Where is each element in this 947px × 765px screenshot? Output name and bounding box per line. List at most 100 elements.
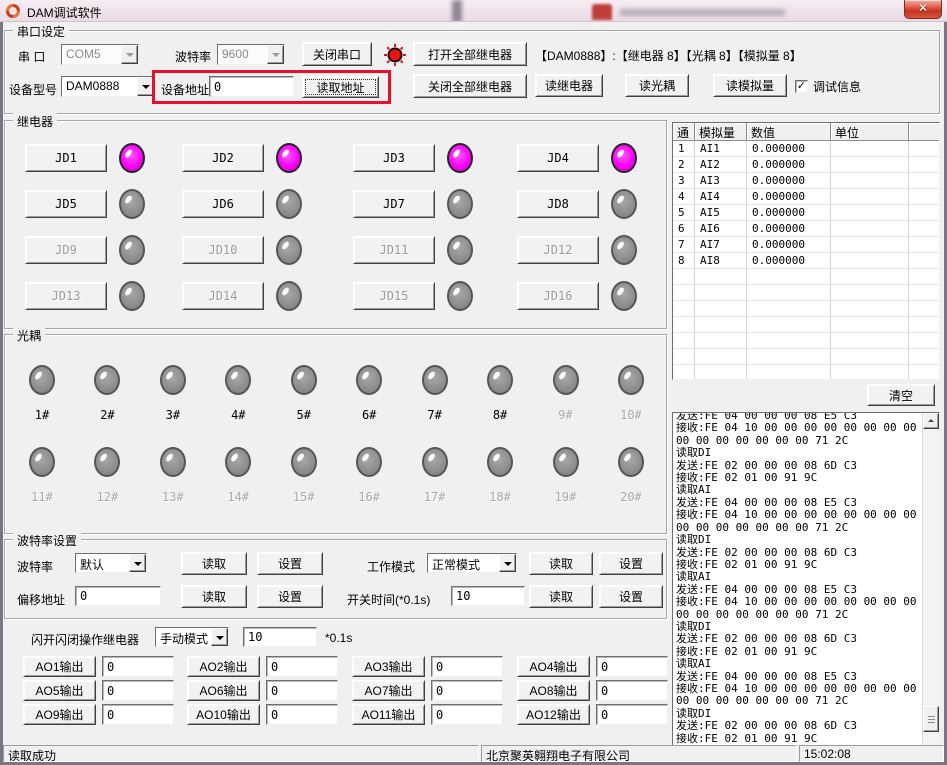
ao-cell: AO12输出 xyxy=(517,704,671,728)
close-port-button[interactable]: 关闭串口 xyxy=(302,42,372,66)
port-open-indicator-icon xyxy=(383,43,407,67)
opto-led-10# xyxy=(618,365,644,395)
ao-button-ao7[interactable]: AO7输出 xyxy=(352,680,425,701)
table-header-cell[interactable]: 数值 xyxy=(747,123,831,141)
table-header-cell[interactable]: 单位 xyxy=(831,123,909,141)
relay-cell: JD7 xyxy=(353,181,517,227)
baud-set-button[interactable]: 设置 xyxy=(257,552,323,575)
opto-led-6# xyxy=(356,365,382,395)
table-cell xyxy=(831,173,909,189)
table-row[interactable]: 4AI40.000000 xyxy=(673,189,939,205)
opto-label: 12# xyxy=(97,490,119,504)
baud-setting-combobox[interactable]: 默认 xyxy=(75,553,147,573)
switch-time-input[interactable] xyxy=(451,586,525,606)
table-row[interactable]: 2AI20.000000 xyxy=(673,157,939,173)
flash-relay-label: 闪开闪闭操作继电器 xyxy=(31,631,139,648)
ao-input[interactable] xyxy=(596,704,668,725)
relay-button-jd7[interactable]: JD7 xyxy=(353,190,435,218)
table-row[interactable]: 1AI10.000000 xyxy=(673,141,939,157)
relay-group: 继电器 JD1JD2JD3JD4JD5JD6JD7JD8JD9JD10JD11J… xyxy=(4,120,667,329)
relay-button-jd5[interactable]: JD5 xyxy=(25,190,107,218)
ao-button-ao9[interactable]: AO9输出 xyxy=(23,704,96,725)
ao-input[interactable] xyxy=(596,680,668,701)
ao-button-ao1[interactable]: AO1输出 xyxy=(23,656,96,677)
flash-mode-combobox[interactable]: 手动模式 xyxy=(155,627,229,647)
table-row[interactable]: 7AI70.000000 xyxy=(673,237,939,253)
ao-button-ao4[interactable]: AO4输出 xyxy=(517,656,590,677)
chevron-down-icon xyxy=(121,45,138,64)
table-cell xyxy=(831,221,909,237)
ao-button-ao5[interactable]: AO5输出 xyxy=(23,680,96,701)
model-combobox[interactable]: DAM0888 xyxy=(61,76,155,97)
relay-button-jd6[interactable]: JD6 xyxy=(182,190,264,218)
read-opto-button[interactable]: 读光耦 xyxy=(625,74,689,97)
offset-set-button[interactable]: 设置 xyxy=(257,585,323,608)
table-cell: AI4 xyxy=(695,189,747,205)
work-mode-set-button[interactable]: 设置 xyxy=(599,552,663,575)
ao-input[interactable] xyxy=(431,656,503,677)
table-row[interactable]: 5AI50.000000 xyxy=(673,205,939,221)
ao-button-ao6[interactable]: AO6输出 xyxy=(187,680,260,701)
debug-info-checkbox[interactable]: ✓ 调试信息 xyxy=(795,78,861,95)
table-cell xyxy=(909,301,939,317)
ao-input[interactable] xyxy=(431,704,503,725)
switch-time-set-button[interactable]: 设置 xyxy=(599,585,663,608)
opto-unit: 19# xyxy=(551,447,581,504)
main-area: 串口设定 串 口 COM5 波特率 9600 关闭串口 xyxy=(3,22,944,745)
opto-row-2: 11#12#13#14#15#16#17#18#19#20# xyxy=(5,447,666,504)
ao-button-ao12[interactable]: AO12输出 xyxy=(517,704,590,725)
table-header-cell[interactable]: 模拟量 xyxy=(695,123,747,141)
read-analog-button[interactable]: 读模拟量 xyxy=(713,74,787,97)
offset-read-button[interactable]: 读取 xyxy=(181,585,247,608)
ao-input[interactable] xyxy=(102,656,174,677)
table-row xyxy=(673,317,939,333)
relay-button-jd2[interactable]: JD2 xyxy=(182,144,264,172)
clear-log-button[interactable]: 清空 xyxy=(867,384,935,406)
table-cell xyxy=(673,333,695,349)
ao-button-ao11[interactable]: AO11输出 xyxy=(352,704,425,725)
opto-led-1# xyxy=(29,365,55,395)
switch-time-read-button[interactable]: 读取 xyxy=(529,585,593,608)
relay-button-jd1[interactable]: JD1 xyxy=(25,144,107,172)
table-cell: 0.000000 xyxy=(747,221,831,237)
ao-input[interactable] xyxy=(102,680,174,701)
read-address-button[interactable]: 读取地址 xyxy=(302,76,379,98)
read-relay-button[interactable]: 读继电器 xyxy=(535,74,603,97)
device-address-input[interactable] xyxy=(209,76,294,97)
relay-button-jd4[interactable]: JD4 xyxy=(517,144,599,172)
ao-input[interactable] xyxy=(266,680,338,701)
table-row[interactable]: 6AI60.000000 xyxy=(673,221,939,237)
table-header-cell[interactable] xyxy=(909,123,939,141)
debug-log-panel[interactable]: 发送:FE 04 00 00 00 08 E5 C3 接收:FE 04 10 0… xyxy=(672,412,940,747)
ao-input[interactable] xyxy=(102,704,174,725)
open-all-relays-button[interactable]: 打开全部继电器 xyxy=(413,42,527,66)
scroll-up-icon[interactable] xyxy=(923,413,939,429)
opto-label: 16# xyxy=(358,490,380,504)
log-scrollbar[interactable] xyxy=(922,413,939,746)
table-row[interactable]: 8AI80.000000 xyxy=(673,253,939,269)
ao-input[interactable] xyxy=(266,704,338,725)
scrollbar-thumb[interactable] xyxy=(923,706,939,732)
relay-button-jd8[interactable]: JD8 xyxy=(517,190,599,218)
ao-input[interactable] xyxy=(431,680,503,701)
offset-address-input[interactable] xyxy=(75,586,161,606)
ao-input[interactable] xyxy=(596,656,668,677)
table-header-cell[interactable]: 通 xyxy=(673,123,695,141)
ao-button-ao3[interactable]: AO3输出 xyxy=(352,656,425,677)
relay-led-jd5 xyxy=(119,189,145,219)
work-mode-combobox[interactable]: 正常模式 xyxy=(427,553,517,573)
ao-button-ao10[interactable]: AO10输出 xyxy=(187,704,260,725)
opto-led-7# xyxy=(422,365,448,395)
ao-button-ao8[interactable]: AO8输出 xyxy=(517,680,590,701)
table-cell xyxy=(909,317,939,333)
close-all-relays-button[interactable]: 关闭全部继电器 xyxy=(413,74,527,98)
relay-button-jd3[interactable]: JD3 xyxy=(353,144,435,172)
table-row[interactable]: 3AI30.000000 xyxy=(673,173,939,189)
relay-cell: JD4 xyxy=(517,135,666,181)
close-button[interactable]: ✕ xyxy=(904,0,942,19)
flash-time-input[interactable] xyxy=(243,627,317,647)
baud-read-button[interactable]: 读取 xyxy=(181,552,247,575)
work-mode-read-button[interactable]: 读取 xyxy=(529,552,593,575)
ao-input[interactable] xyxy=(266,656,338,677)
ao-button-ao2[interactable]: AO2输出 xyxy=(187,656,260,677)
